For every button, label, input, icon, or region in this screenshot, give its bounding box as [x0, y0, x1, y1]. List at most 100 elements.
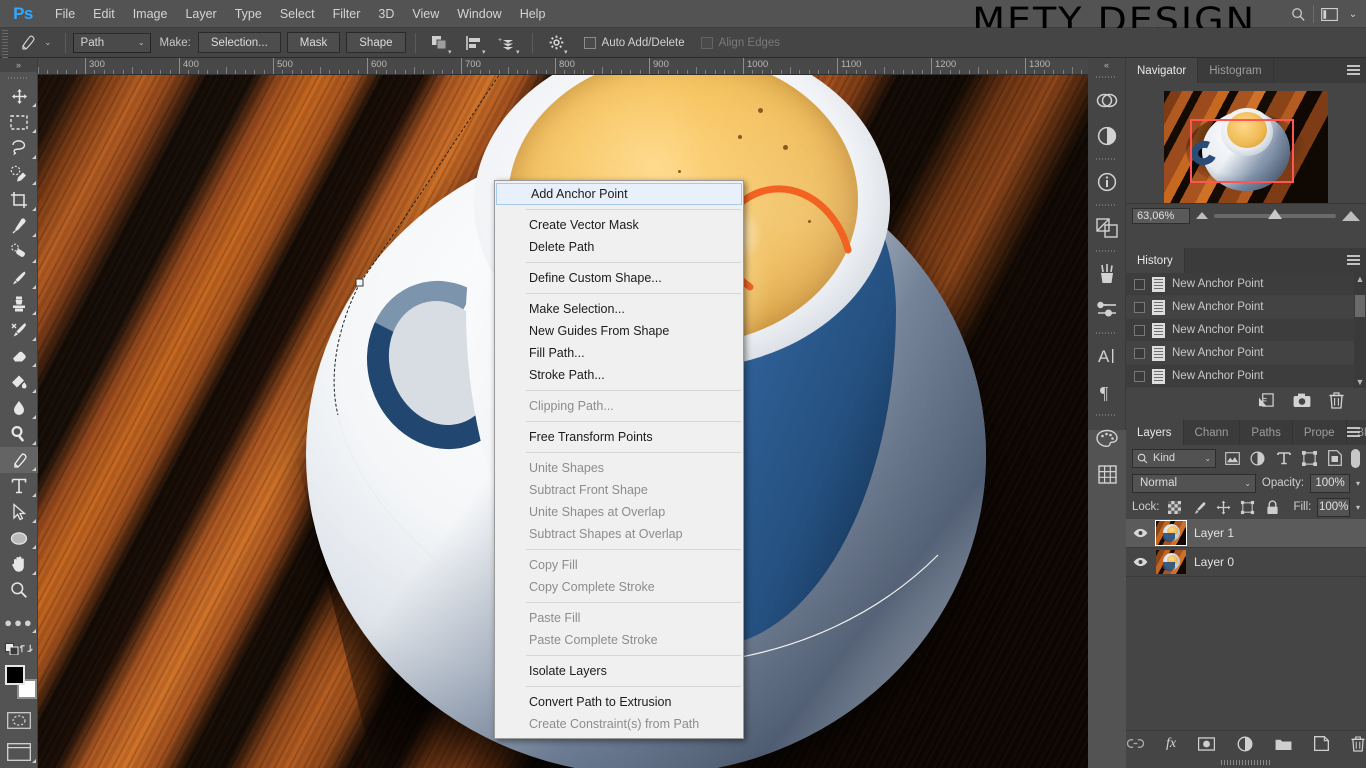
- zoom-percentage-field[interactable]: 63,06%: [1132, 207, 1190, 224]
- layer-row-layer-1[interactable]: Layer 1: [1126, 519, 1366, 548]
- history-state-row[interactable]: New Anchor Point: [1126, 296, 1366, 319]
- make-selection-button[interactable]: Selection...: [197, 32, 281, 53]
- navigator-view-box[interactable]: [1190, 119, 1294, 183]
- dock-group-grip[interactable]: [1088, 200, 1125, 210]
- eraser-tool[interactable]: [0, 343, 38, 369]
- gear-icon[interactable]: ▾: [540, 30, 574, 56]
- menu-item-define-custom-shape[interactable]: Define Custom Shape...: [495, 267, 743, 289]
- menu-filter[interactable]: Filter: [324, 0, 370, 28]
- tab-histogram[interactable]: Histogram: [1198, 58, 1274, 83]
- lock-all-icon[interactable]: [1263, 497, 1281, 517]
- panel-menu-icon[interactable]: [1347, 65, 1360, 76]
- menu-file[interactable]: File: [46, 0, 84, 28]
- tab-paths[interactable]: Paths: [1240, 420, 1293, 445]
- lock-position-icon[interactable]: [1214, 497, 1232, 517]
- quick-selection-tool[interactable]: [0, 161, 38, 187]
- info-panel-icon[interactable]: [1088, 164, 1126, 200]
- layer-comps-panel-icon[interactable]: [1088, 210, 1126, 246]
- history-source-checkbox[interactable]: [1134, 278, 1145, 290]
- hand-tool[interactable]: [0, 551, 38, 577]
- color-swatches[interactable]: [0, 663, 38, 703]
- dock-group-grip[interactable]: [1088, 328, 1125, 338]
- menu-window[interactable]: Window: [448, 0, 510, 28]
- edit-toolbar-tool[interactable]: ●●●: [0, 609, 38, 635]
- link-layers-icon[interactable]: [1126, 738, 1144, 749]
- history-state-list[interactable]: New Anchor Point New Anchor Point New An…: [1126, 273, 1366, 388]
- fill-chevron-down-icon[interactable]: ▾: [1356, 503, 1360, 512]
- type-tool[interactable]: [0, 473, 38, 499]
- blend-mode-select[interactable]: Normal ⌄: [1132, 473, 1256, 493]
- layer-visibility-icon[interactable]: [1132, 557, 1148, 567]
- menu-item-stroke-path[interactable]: Stroke Path...: [495, 364, 743, 386]
- layer-name-label[interactable]: Layer 0: [1194, 555, 1234, 569]
- menu-item-delete-path[interactable]: Delete Path: [495, 236, 743, 258]
- make-mask-button[interactable]: Mask: [286, 32, 341, 53]
- tab-properties[interactable]: Prope: [1292, 420, 1347, 445]
- smart-object-filter-icon[interactable]: [1325, 448, 1345, 468]
- path-selection-tool[interactable]: [0, 499, 38, 525]
- pen-tool-icon[interactable]: [10, 30, 44, 56]
- zoom-slider[interactable]: [1214, 208, 1336, 219]
- options-bar-grip[interactable]: [0, 27, 10, 58]
- panel-menu-icon[interactable]: [1347, 427, 1360, 438]
- tool-preset-caret-icon[interactable]: ⌄: [44, 37, 52, 48]
- menu-image[interactable]: Image: [124, 0, 177, 28]
- path-context-menu[interactable]: Add Anchor Point Create Vector Mask Dele…: [494, 180, 744, 739]
- opacity-field[interactable]: 100%: [1310, 473, 1350, 493]
- lock-image-pixels-icon[interactable]: [1190, 497, 1208, 517]
- paragraph-panel-icon[interactable]: ¶: [1088, 374, 1126, 410]
- new-fill-adjustment-layer-icon[interactable]: [1237, 735, 1253, 752]
- layer-mask-icon[interactable]: [1198, 736, 1216, 751]
- menu-item-free-transform-points[interactable]: Free Transform Points: [495, 426, 743, 448]
- delete-state-icon[interactable]: [1329, 391, 1344, 409]
- type-layer-filter-icon[interactable]: [1274, 448, 1294, 468]
- clone-stamp-tool[interactable]: [0, 291, 38, 317]
- lock-artboard-nesting-icon[interactable]: [1239, 497, 1257, 517]
- history-state-row[interactable]: New Anchor Point: [1126, 319, 1366, 342]
- spot-healing-brush-tool[interactable]: [0, 239, 38, 265]
- fill-field[interactable]: 100%: [1317, 497, 1350, 517]
- path-arrangement-icon[interactable]: + ▾: [491, 30, 525, 56]
- gradient-tool[interactable]: [0, 369, 38, 395]
- history-source-checkbox[interactable]: [1134, 301, 1145, 313]
- layer-name-label[interactable]: Layer 1: [1194, 526, 1234, 540]
- zoom-out-icon[interactable]: [1196, 212, 1208, 219]
- history-brush-tool[interactable]: [0, 317, 38, 343]
- styles-panel-icon[interactable]: [1088, 420, 1126, 456]
- screen-mode[interactable]: [0, 739, 38, 765]
- workspace-icon[interactable]: [1314, 7, 1344, 21]
- tab-navigator[interactable]: Navigator: [1126, 58, 1199, 83]
- new-layer-icon[interactable]: [1314, 736, 1330, 751]
- lasso-tool[interactable]: [0, 135, 38, 161]
- path-operations-icon[interactable]: ▾: [423, 30, 457, 56]
- menu-item-add-anchor-point[interactable]: Add Anchor Point: [496, 183, 742, 205]
- history-source-checkbox[interactable]: [1134, 370, 1145, 382]
- character-panel-icon[interactable]: A: [1088, 338, 1126, 374]
- history-source-checkbox[interactable]: [1134, 347, 1145, 359]
- layer-style-icon[interactable]: fx: [1166, 736, 1176, 752]
- tab-layers[interactable]: Layers: [1126, 420, 1184, 445]
- brush-tool[interactable]: [0, 265, 38, 291]
- swatches-panel-icon[interactable]: [1088, 118, 1126, 154]
- menu-type[interactable]: Type: [226, 0, 271, 28]
- menu-3d[interactable]: 3D: [369, 0, 403, 28]
- menu-view[interactable]: View: [403, 0, 448, 28]
- layer-thumbnail[interactable]: [1156, 550, 1186, 574]
- create-new-snapshot-icon[interactable]: [1293, 393, 1311, 408]
- document-canvas[interactable]: Add Anchor Point Create Vector Mask Dele…: [38, 75, 1088, 768]
- dodge-tool[interactable]: [0, 421, 38, 447]
- ellipse-tool[interactable]: [0, 525, 38, 551]
- menu-item-create-vector-mask[interactable]: Create Vector Mask: [495, 214, 743, 236]
- zoom-in-icon[interactable]: [1342, 210, 1360, 221]
- delete-layer-icon[interactable]: [1351, 735, 1365, 752]
- history-state-row[interactable]: New Anchor Point: [1126, 342, 1366, 365]
- path-mode-select[interactable]: Path ⌄: [72, 32, 151, 53]
- menu-edit[interactable]: Edit: [84, 0, 124, 28]
- navigator-thumbnail[interactable]: [1164, 91, 1328, 203]
- menu-item-convert-path-to-extrusion[interactable]: Convert Path to Extrusion: [495, 691, 743, 713]
- auto-add-delete-checkbox[interactable]: Auto Add/Delete: [583, 36, 685, 49]
- lock-transparent-pixels-icon[interactable]: [1166, 497, 1184, 517]
- layer-row-layer-0[interactable]: Layer 0: [1126, 548, 1366, 577]
- history-state-row[interactable]: New Anchor Point: [1126, 273, 1366, 296]
- default-and-swap-colors[interactable]: [0, 635, 38, 661]
